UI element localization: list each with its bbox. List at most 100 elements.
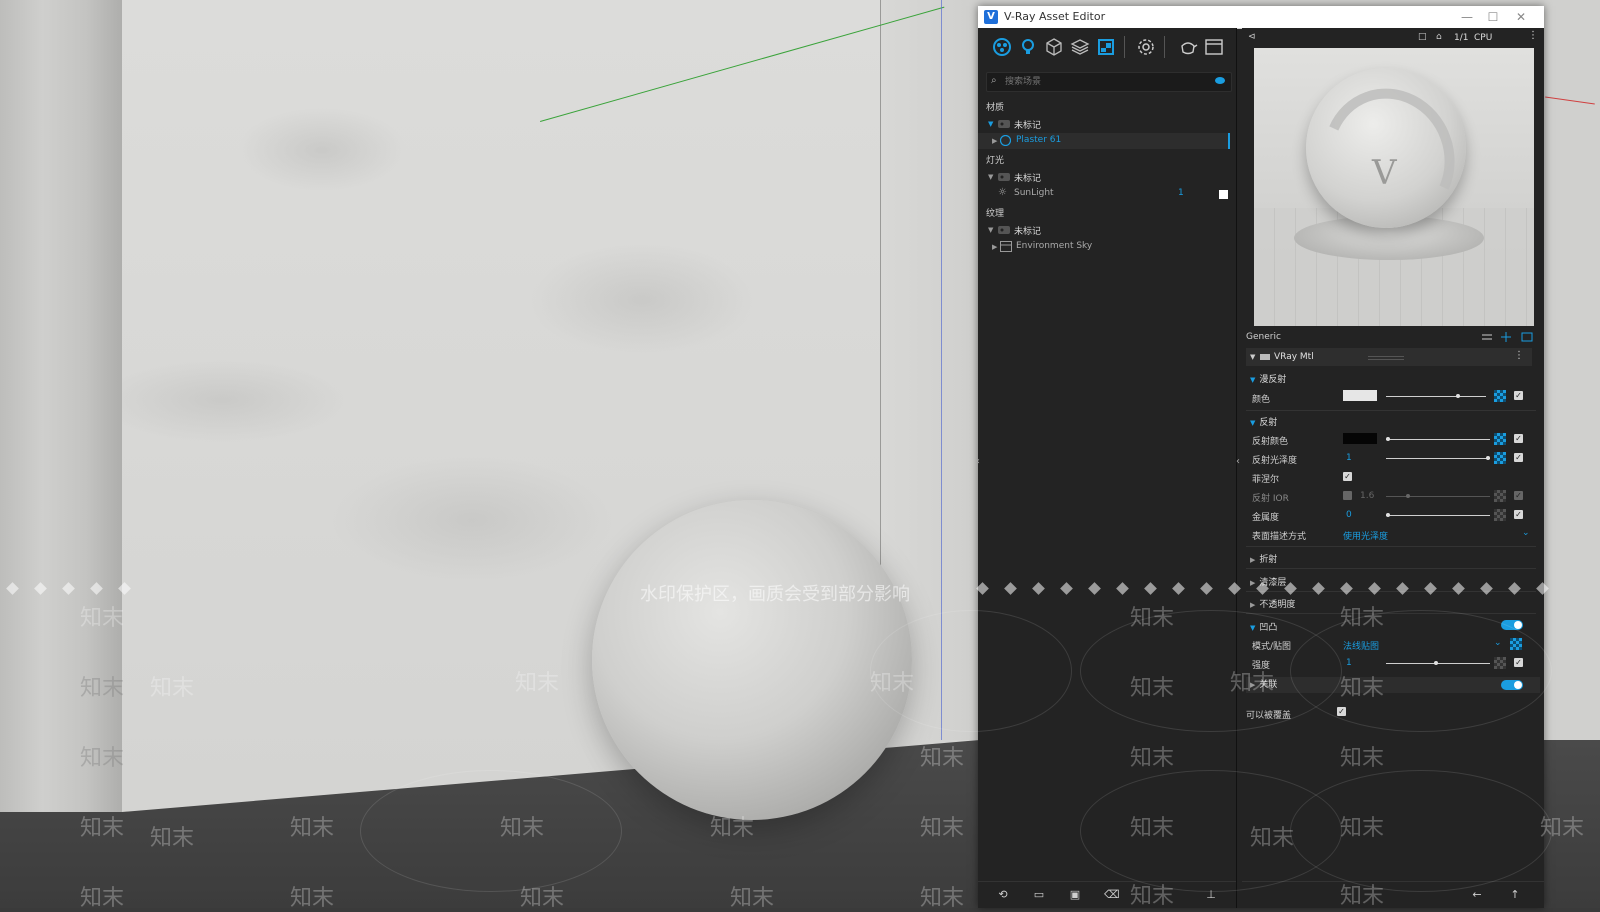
ior-slider[interactable] [1386, 494, 1490, 498]
expand-triangle-icon[interactable]: ▼ [988, 173, 993, 181]
preview-ball-logo: V [1372, 153, 1397, 193]
section-reflection[interactable]: ▼ 反射 [1250, 415, 1277, 428]
expand-triangle-icon[interactable]: ▶ [992, 137, 997, 145]
diffuse-slider[interactable] [1386, 394, 1486, 398]
ior-lock-checkbox[interactable] [1343, 491, 1352, 500]
preview-pin-icon[interactable]: ⊲ [1248, 32, 1256, 42]
bump-map-button[interactable] [1510, 638, 1522, 650]
glossiness-slider[interactable] [1386, 456, 1490, 460]
frame-buffer-icon[interactable] [1204, 37, 1224, 57]
bump-amount-value[interactable]: 1 [1346, 658, 1352, 668]
preview-menu-icon[interactable]: ⋮ [1528, 30, 1538, 41]
expand-triangle-icon[interactable]: ▶ [992, 243, 997, 251]
search-input[interactable] [1005, 75, 1205, 89]
material-menu-icon[interactable]: ⋮ [1514, 350, 1524, 361]
preview-engine[interactable]: CPU [1474, 33, 1492, 43]
upload-arrow-icon[interactable]: ↑ [1508, 888, 1522, 902]
materials-icon[interactable] [992, 37, 1012, 57]
slider-knob[interactable] [1386, 437, 1390, 441]
bump-amount-map-checkbox[interactable]: ✓ [1514, 658, 1523, 667]
generic-label: Generic [1246, 332, 1281, 342]
delete-icon[interactable]: ⌫ [1104, 888, 1120, 902]
reflection-color-swatch[interactable] [1343, 433, 1377, 444]
lights-icon[interactable] [1018, 37, 1038, 57]
minimize-button[interactable]: — [1454, 8, 1480, 26]
fresnel-checkbox[interactable]: ✓ [1343, 472, 1352, 481]
expand-triangle-icon[interactable]: ▼ [1250, 353, 1255, 361]
filter-eye-icon[interactable] [1215, 77, 1225, 84]
properties-header-icons[interactable] [1478, 330, 1538, 344]
metalness-map-button[interactable] [1494, 509, 1506, 521]
chevron-down-icon[interactable]: ⌄ [1522, 528, 1530, 538]
section-binding[interactable]: ▶ 关联 [1246, 677, 1540, 693]
reflection-color-slider[interactable] [1386, 437, 1490, 441]
slider-knob[interactable] [1456, 394, 1460, 398]
purge-icon[interactable]: ⊥ [1204, 888, 1218, 902]
expand-triangle-icon[interactable]: ▼ [988, 120, 993, 128]
section-coat[interactable]: ▶ 清漆层 [1250, 575, 1286, 588]
section-refraction[interactable]: ▶ 折射 [1250, 552, 1277, 565]
section-diffuse[interactable]: ▼ 漫反射 [1250, 372, 1286, 385]
slider-knob[interactable] [1434, 661, 1438, 665]
material-item-plaster-61[interactable]: ▶ Plaster 61 [978, 133, 1230, 149]
light-item-sunlight[interactable]: ☼ SunLight 1 [978, 186, 1230, 202]
slider-knob[interactable] [1386, 513, 1390, 517]
textures-icon[interactable] [1096, 37, 1116, 57]
material-sphere-icon [1000, 135, 1011, 146]
preview-scene-icon[interactable]: ⌂ [1436, 32, 1442, 42]
lights-group-row[interactable]: ▼ 未标记 [978, 169, 1230, 185]
textures-group-row[interactable]: ▼ 未标记 [978, 222, 1230, 238]
diffuse-map-checkbox[interactable]: ✓ [1514, 391, 1523, 400]
texture-item-environment-sky[interactable]: ▶ Environment Sky [978, 239, 1230, 255]
collapse-left-arrow-icon[interactable]: ‹ [976, 456, 980, 467]
search-field[interactable]: ⌕ [986, 72, 1232, 92]
diffuse-map-button[interactable] [1494, 390, 1506, 402]
binding-enable-toggle[interactable] [1501, 680, 1523, 690]
back-arrow-icon[interactable]: ← [1470, 888, 1484, 902]
reflection-ior-value[interactable]: 1.6 [1360, 491, 1374, 501]
brdf-mode-dropdown[interactable]: 使用光泽度 [1343, 529, 1388, 542]
chevron-down-icon[interactable]: ⌄ [1494, 638, 1502, 648]
glossiness-map-button[interactable] [1494, 452, 1506, 464]
preview-shape-icon[interactable]: □ [1418, 32, 1427, 42]
layers-icon[interactable] [1070, 37, 1090, 57]
light-enabled-toggle[interactable] [1219, 190, 1228, 199]
metalness-value[interactable]: 0 [1346, 510, 1352, 520]
bump-amount-slider[interactable] [1386, 661, 1490, 665]
open-folder-icon[interactable]: ▭ [1032, 888, 1046, 902]
reflection-map-checkbox[interactable]: ✓ [1514, 434, 1523, 443]
reflection-map-button[interactable] [1494, 433, 1506, 445]
maximize-button[interactable]: ☐ [1480, 8, 1506, 26]
render-teapot-icon[interactable] [1178, 37, 1198, 57]
section-bump[interactable]: ▼ 凹凸 [1250, 620, 1277, 633]
bump-amount-map-button[interactable] [1494, 657, 1506, 669]
preview-ratio[interactable]: 1/1 [1454, 33, 1468, 43]
glossiness-value[interactable]: 1 [1346, 453, 1352, 463]
metalness-slider[interactable] [1386, 513, 1490, 517]
material-layer-icon [1260, 354, 1270, 360]
geometry-icon[interactable] [1044, 37, 1064, 57]
ior-map-button[interactable] [1494, 490, 1506, 502]
section-opacity[interactable]: ▶ 不透明度 [1250, 597, 1295, 610]
slider-knob[interactable] [1486, 456, 1490, 460]
add-asset-icon[interactable]: ⟲ [996, 888, 1010, 902]
ior-map-checkbox[interactable]: ✓ [1514, 491, 1523, 500]
drag-grip-icon[interactable] [1368, 356, 1404, 360]
bump-enable-toggle[interactable] [1501, 620, 1523, 630]
bump-mode-dropdown[interactable]: 法线贴图 [1343, 639, 1379, 652]
save-icon[interactable]: ▣ [1068, 888, 1082, 902]
materials-group-row[interactable]: ▼ 未标记 [978, 116, 1230, 132]
slider-knob[interactable] [1406, 494, 1410, 498]
can-be-overridden-checkbox[interactable]: ✓ [1337, 707, 1346, 716]
material-type-bar[interactable]: ▼ VRay Mtl ⋮ [1246, 348, 1532, 366]
glossiness-map-checkbox[interactable]: ✓ [1514, 453, 1523, 462]
close-button[interactable]: ✕ [1508, 8, 1534, 26]
settings-icon[interactable] [1136, 37, 1156, 57]
toolbar-divider [1164, 36, 1165, 58]
plaster-sphere[interactable] [592, 500, 912, 820]
title-bar[interactable]: V V-Ray Asset Editor — ☐ ✕ [978, 6, 1544, 29]
metalness-map-checkbox[interactable]: ✓ [1514, 510, 1523, 519]
section-divider [1246, 568, 1536, 569]
diffuse-color-swatch[interactable] [1343, 390, 1377, 401]
expand-triangle-icon[interactable]: ▼ [988, 226, 993, 234]
